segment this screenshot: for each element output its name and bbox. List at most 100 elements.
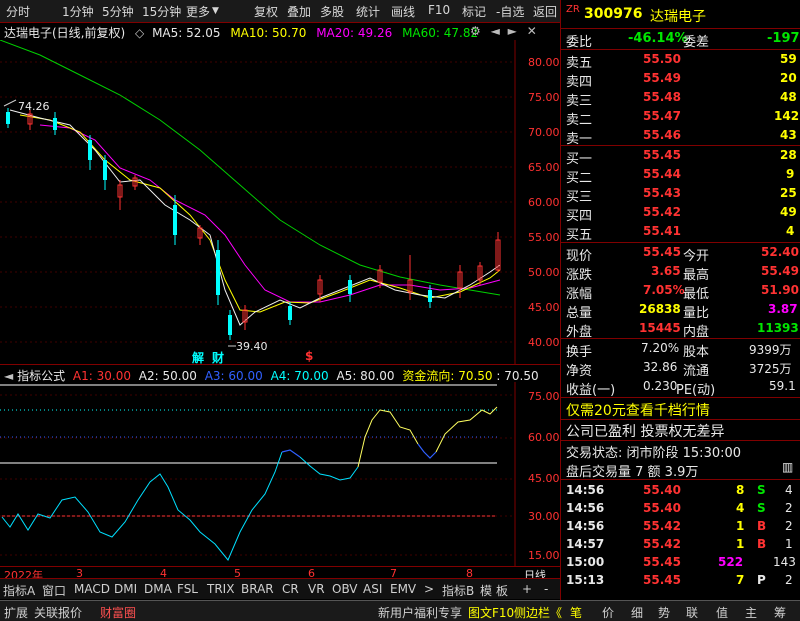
mark-button[interactable]: 标记 [462, 3, 486, 20]
a4-label: A4: 70.00 [270, 369, 329, 383]
chart-header: 达瑞电子(日线,前复权) ◇ MA5: 52.05 MA10: 50.70 MA… [4, 24, 478, 41]
expand-icon[interactable]: ◄ [4, 369, 13, 383]
price-tick: 65.00 [528, 161, 560, 174]
tab-tick[interactable]: 笔 [570, 604, 582, 621]
ma5-label: MA5: 52.05 [152, 26, 221, 40]
ask-label: 卖二 [566, 113, 593, 128]
f10-button[interactable]: F10 [428, 3, 450, 17]
tab-template[interactable]: 模 [480, 582, 492, 599]
stats-button[interactable]: 统计 [356, 3, 380, 20]
draw-line-button[interactable]: 画线 [391, 3, 415, 20]
indicator-chart[interactable] [0, 382, 560, 567]
price-tick: 80.00 [528, 56, 560, 69]
bid-price[interactable]: 55.43 [643, 186, 681, 200]
remove-watchlist-button[interactable]: -自选 [496, 3, 524, 20]
tab-related-quotes[interactable]: 关联报价 [34, 604, 82, 621]
price-tick: 55.00 [528, 231, 560, 244]
tab-dma[interactable]: DMA [144, 582, 172, 596]
ask-price[interactable]: 55.47 [643, 109, 681, 123]
tab-macd[interactable]: MACD [74, 582, 110, 596]
tab-more[interactable]: 更多 [186, 3, 210, 20]
tab-trix[interactable]: TRIX [207, 582, 234, 596]
tab-cr[interactable]: CR [282, 582, 299, 596]
dollar-marker[interactable]: $ [305, 349, 313, 363]
indicator-name[interactable]: 指标公式 [17, 369, 65, 383]
close-icon[interactable]: ✕ [527, 24, 537, 38]
bid-price[interactable]: 55.45 [643, 148, 681, 162]
tab-asi[interactable]: ASI [363, 582, 382, 596]
ask-price[interactable]: 55.50 [643, 52, 681, 66]
restore-rights-button[interactable]: 复权 [254, 3, 278, 20]
chevron-down-icon[interactable]: ▼ [212, 6, 219, 16]
tab-15min[interactable]: 15分钟 [142, 3, 181, 20]
tick-count: 1 [785, 537, 793, 551]
tick-side: 143 [773, 555, 796, 569]
bid-price[interactable]: 55.41 [643, 224, 681, 238]
bid-price[interactable]: 55.42 [643, 205, 681, 219]
tab-dmi[interactable]: DMI [114, 582, 137, 596]
tab-brar[interactable]: BRAR [241, 582, 274, 596]
weidiff-label: 委差 [683, 35, 710, 50]
settings-icon[interactable]: ⚙ [470, 24, 481, 38]
tab-extend[interactable]: 扩展 [4, 604, 28, 621]
tab-emv[interactable]: EMV [390, 582, 416, 596]
tab-indicator-a[interactable]: 指标A [3, 582, 35, 599]
price-tick: 50.00 [528, 266, 560, 279]
tab-board[interactable]: 板 [496, 582, 508, 599]
tab-1min[interactable]: 1分钟 [62, 3, 94, 20]
ask-price[interactable]: 55.46 [643, 128, 681, 142]
a3-label: A3: 60.00 [204, 369, 263, 383]
tab-chips[interactable]: 筹 [774, 604, 786, 621]
add-button[interactable]: + [522, 582, 532, 596]
tab-value[interactable]: 值 [716, 604, 728, 621]
bid-label: 买二 [566, 171, 593, 186]
after-hours: 盘后交易量 7 额 3.9万 [566, 465, 699, 480]
sidebar-toggle[interactable]: 侧边栏《 [514, 604, 562, 621]
low-annotation: 39.40 [236, 340, 268, 353]
weidiff-value: -197 [767, 31, 800, 46]
tab-timeshare[interactable]: 分时 [6, 3, 30, 20]
remove-button[interactable]: - [544, 582, 548, 596]
bid-volume: 9 [786, 167, 795, 181]
tab-scroll-icon[interactable]: > [424, 582, 434, 596]
tick-count: 2 [785, 501, 793, 515]
tab-vr[interactable]: VR [308, 582, 325, 596]
tab-wealth-circle[interactable]: 财富圈 [100, 604, 136, 621]
overlay-button[interactable]: 叠加 [287, 3, 311, 20]
multi-stock-button[interactable]: 多股 [320, 3, 344, 20]
next-icon[interactable]: ► [508, 24, 517, 38]
a2-label: A2: 50.00 [138, 369, 197, 383]
depth-promo-link[interactable]: 仅需20元查看千档行情 [566, 400, 710, 420]
price-chart[interactable] [0, 40, 560, 365]
ask-label: 卖四 [566, 75, 593, 90]
toggle-icon[interactable]: ◇ [135, 26, 144, 40]
weibi-value: -46.14% [628, 31, 688, 46]
flow-label: 资金流向: 70.50 [402, 369, 493, 383]
indicator-tick: 45.00 [528, 472, 560, 485]
prev-icon[interactable]: ◄ [491, 24, 500, 38]
ask-volume: 142 [774, 109, 800, 123]
tab-detail[interactable]: 细 [631, 604, 643, 621]
bid-price[interactable]: 55.44 [643, 167, 681, 181]
tick-side: S [757, 483, 766, 497]
change-pct: 7.05% [643, 283, 685, 297]
back-button[interactable]: 返回 [533, 3, 557, 20]
tab-fsl[interactable]: FSL [177, 582, 198, 596]
tab-5min[interactable]: 5分钟 [102, 3, 134, 20]
tab-trend[interactable]: 势 [658, 604, 670, 621]
stock-name: 达瑞电子 [650, 9, 706, 25]
tab-window[interactable]: 窗口 [42, 582, 66, 599]
tick-time: 15:00 [566, 555, 605, 569]
tab-obv[interactable]: OBV [332, 582, 358, 596]
ask-price[interactable]: 55.49 [643, 71, 681, 85]
tab-indicator-b[interactable]: 指标B [442, 582, 474, 599]
tick-volume: 4 [736, 501, 745, 515]
new-user-link[interactable]: 新用户福利专享 [378, 604, 462, 621]
tab-link[interactable]: 联 [686, 604, 698, 621]
company-notice: 公司已盈利 投票权无差异 [566, 424, 725, 440]
tab-price[interactable]: 价 [602, 604, 614, 621]
tab-main[interactable]: 主 [745, 604, 757, 621]
f10-link[interactable]: 图文F10 [468, 604, 514, 621]
chart-icon[interactable]: ▥ [782, 460, 793, 474]
ask-price[interactable]: 55.48 [643, 90, 681, 104]
